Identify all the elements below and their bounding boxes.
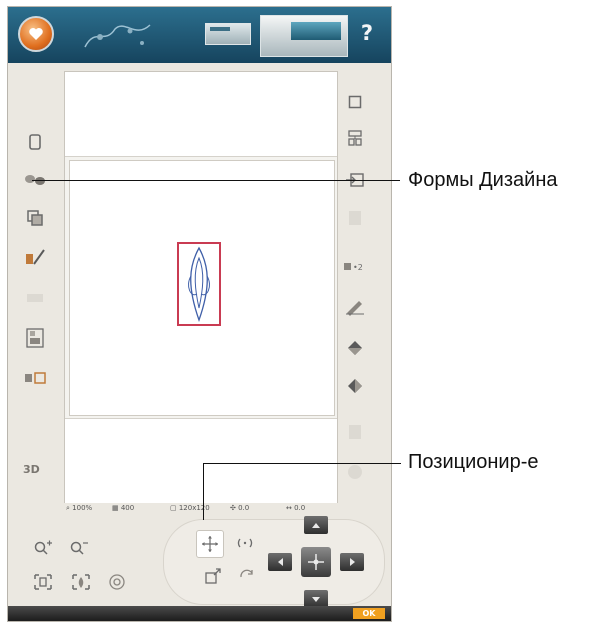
embroidery-canvas[interactable] [64,71,338,503]
mirror-icon[interactable] [234,564,260,590]
svg-text:3D: 3D [23,463,40,475]
status-bar: ⌕ 100% ▦ 400 ▢ 120x120 ✣ 0.0 ↔ 0.0 [64,502,336,516]
layout-icon[interactable] [22,129,48,155]
sewing-machine-icon[interactable] [260,15,348,57]
stitch-count-readout: ▦ 400 [112,504,135,512]
ok-button[interactable]: OK [353,608,385,619]
positioning-leader-line [203,463,401,464]
embroidery-machine-icon[interactable] [205,23,251,45]
hoop-convert-icon[interactable] [22,365,48,391]
home-button[interactable] [18,16,54,52]
top-bar: ? [8,7,391,63]
pan-icon[interactable] [104,569,130,595]
move-icon[interactable] [196,530,224,558]
move-right-button[interactable] [340,553,364,571]
zoom-to-hoop-icon[interactable] [30,569,56,595]
zoom-readout: ⌕ 100% [66,504,93,512]
zoom-in-icon[interactable] [30,535,56,561]
arrange-up-icon[interactable] [342,335,368,361]
zoom-out-icon[interactable] [66,535,92,561]
edit-pen-icon[interactable] [342,293,368,319]
position-readout: ✣ 0.0 [230,504,250,512]
design-shapes-leader-line [32,180,400,181]
heart-icon [29,28,43,40]
disabled-icon [342,419,368,445]
stitch-density-icon[interactable] [22,325,48,351]
center-design-button[interactable] [301,547,331,577]
rotate-icon[interactable] [232,530,258,556]
stitch-x2-icon[interactable]: •2 [342,253,368,279]
disabled-icon [342,205,368,231]
scale-icon[interactable] [200,564,226,590]
help-button[interactable]: ? [353,21,381,45]
hoop-top-area [65,72,337,157]
embroidery-design[interactable] [177,242,221,326]
disabled-icon [22,285,48,311]
bottom-bar: OK [8,606,391,621]
positioning-callout: Позиционир-е [408,451,539,473]
zoom-to-design-icon[interactable] [68,569,94,595]
device-screen: ? 3D •2 ⌕ 100% ▦ 400 ▢ 120x120 ✣ 0.0 ↔ 0… [7,6,392,622]
hoop-bottom-area [65,418,337,503]
move-up-button[interactable] [304,516,328,534]
rotation-readout: ↔ 0.0 [286,504,306,512]
group-icon[interactable] [342,125,368,151]
arrange-down-icon[interactable] [342,373,368,399]
design-shapes-callout: Формы Дизайна [408,169,558,191]
view-3d-icon[interactable]: 3D [20,455,46,481]
edit-stitches-icon[interactable] [22,243,48,269]
svg-text:•2: •2 [353,263,363,272]
positioning-leader-vertical [203,463,204,520]
move-left-button[interactable] [268,553,292,571]
duplicate-icon[interactable] [22,205,48,231]
decorative-embroidery-icon [84,24,151,48]
positioning-panel [163,516,385,608]
select-box-icon[interactable] [342,89,368,115]
